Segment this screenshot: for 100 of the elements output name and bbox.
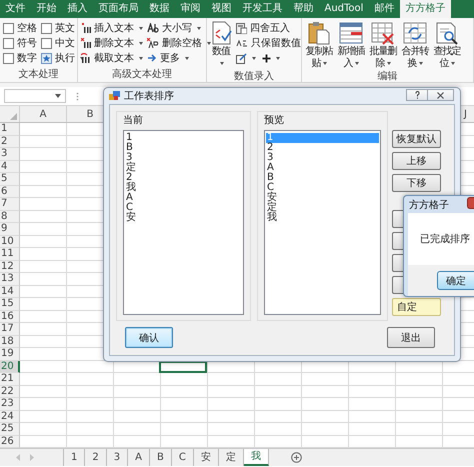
row-header[interactable]: 2 xyxy=(0,136,20,148)
dialog-button[interactable]: 恢复默认 xyxy=(392,130,441,148)
ribbon-tab[interactable]: 文件 xyxy=(0,0,31,18)
list-item[interactable]: 定 xyxy=(125,163,242,173)
ribbon-button[interactable]: 新增插入 xyxy=(335,21,367,70)
ribbon-tab[interactable]: 邮件 xyxy=(368,0,400,18)
list-item[interactable]: 定 xyxy=(266,203,379,213)
checkbox[interactable] xyxy=(3,52,14,64)
ribbon-button[interactable]: 插入文本 xyxy=(81,21,143,35)
list-item[interactable]: 安 xyxy=(125,213,242,223)
column-header[interactable]: A xyxy=(40,108,46,120)
checkbox-label[interactable]: 空格 xyxy=(17,21,37,35)
checkbox[interactable] xyxy=(41,22,52,34)
row-header[interactable]: 15 xyxy=(0,298,20,310)
ribbon-tab[interactable]: AudTool xyxy=(319,0,369,18)
ribbon-button[interactable]: 大小写 xyxy=(147,21,201,35)
row-header[interactable]: 8 xyxy=(0,210,20,223)
checkbox-label[interactable]: 数字 xyxy=(17,51,37,65)
row-header[interactable]: 13 xyxy=(0,273,20,286)
row-header[interactable]: 3 xyxy=(0,148,20,160)
list-item[interactable]: 1 xyxy=(125,133,242,143)
list-item[interactable]: 安 xyxy=(266,193,379,203)
column-header[interactable]: J xyxy=(464,108,467,120)
row-header[interactable]: 20 xyxy=(0,360,20,373)
row-header[interactable]: 10 xyxy=(0,236,20,248)
row-header[interactable]: 1 xyxy=(0,123,20,136)
ribbon-tab[interactable]: 方方格子 xyxy=(400,0,451,18)
row-header[interactable]: 16 xyxy=(0,310,20,323)
list-item[interactable]: 2 xyxy=(266,143,379,153)
row-header[interactable]: 21 xyxy=(0,373,20,386)
row-header[interactable]: 24 xyxy=(0,410,20,423)
sheet-tab[interactable]: A xyxy=(128,449,150,466)
list-box[interactable]: 1 B 3 定 2 我 A C 安 xyxy=(123,130,244,315)
row-header[interactable]: 11 xyxy=(0,248,20,260)
checkbox[interactable] xyxy=(41,38,52,48)
list-item[interactable]: C xyxy=(125,203,242,213)
row-header[interactable]: 23 xyxy=(0,398,20,410)
row-header[interactable]: 14 xyxy=(0,286,20,298)
sheet-tab[interactable]: 安 xyxy=(194,449,219,466)
row-header[interactable]: 9 xyxy=(0,223,20,236)
dialog-button[interactable]: 确认 xyxy=(125,327,173,348)
dialog-button[interactable]: 退出 xyxy=(387,327,435,348)
dialog-button[interactable]: 上移 xyxy=(392,152,441,170)
ribbon-tab[interactable]: 页面布局 xyxy=(93,0,144,18)
sheet-tab[interactable]: 我 xyxy=(244,449,269,466)
ribbon-button[interactable]: 合并转换 xyxy=(399,21,431,70)
ok-button[interactable]: 确定 xyxy=(437,271,474,290)
checkbox-label[interactable]: 中文 xyxy=(55,36,75,50)
row-header[interactable]: 18 xyxy=(0,336,20,348)
checkbox[interactable] xyxy=(3,22,14,34)
list-item[interactable]: 2 xyxy=(125,173,242,183)
ribbon-tab[interactable]: 开发工具 xyxy=(237,0,288,18)
ribbon-button[interactable]: 只保留数值 xyxy=(236,36,301,50)
ribbon-tab[interactable]: 数据 xyxy=(144,0,175,18)
row-header[interactable]: 7 xyxy=(0,198,20,210)
ribbon-tab[interactable]: 视图 xyxy=(206,0,237,18)
ribbon-tab[interactable]: 插入 xyxy=(62,0,93,18)
close-button[interactable] xyxy=(428,89,454,101)
row-header[interactable]: 25 xyxy=(0,423,20,436)
sheet-tab[interactable]: 1 xyxy=(64,449,86,466)
checkbox-label[interactable]: 英文 xyxy=(55,21,75,35)
sheet-tab[interactable]: 3 xyxy=(106,449,128,466)
ribbon-button[interactable] xyxy=(236,51,256,65)
checkbox-label[interactable]: 符号 xyxy=(17,36,37,50)
list-item[interactable]: 我 xyxy=(266,213,379,223)
list-box[interactable]: 1 2 3 A B C 安 定 我 xyxy=(264,130,381,315)
row-header[interactable]: 22 xyxy=(0,386,20,398)
ribbon-button[interactable]: 截取文本 xyxy=(81,51,143,65)
ribbon-tab[interactable]: 开始 xyxy=(31,0,62,18)
row-header[interactable]: 12 xyxy=(0,260,20,273)
list-item[interactable]: B xyxy=(125,143,242,153)
ribbon-button[interactable]: 更多 xyxy=(147,51,189,65)
row-header[interactable]: 5 xyxy=(0,173,20,186)
help-button[interactable] xyxy=(406,89,428,101)
ribbon-tab[interactable]: 帮助 xyxy=(288,0,319,18)
row-header[interactable]: 6 xyxy=(0,186,20,198)
sheet-tab[interactable]: B xyxy=(150,449,172,466)
dialog-button[interactable]: 下移 xyxy=(392,174,441,192)
list-item[interactable]: C xyxy=(266,183,379,193)
dialog-button[interactable]: 自定 xyxy=(392,298,441,316)
ribbon-tab[interactable]: 审阅 xyxy=(175,0,206,18)
row-header[interactable]: 17 xyxy=(0,323,20,336)
list-item[interactable]: A xyxy=(125,193,242,203)
close-button[interactable] xyxy=(467,197,474,209)
sheet-tab[interactable]: C xyxy=(172,449,194,466)
list-item[interactable]: B xyxy=(266,173,379,183)
ribbon-button[interactable]: 四舍五入 xyxy=(236,21,290,35)
list-item[interactable]: A xyxy=(266,163,379,173)
ribbon-button[interactable]: 删除文本 xyxy=(81,36,143,50)
list-item[interactable]: 3 xyxy=(266,153,379,163)
sheet-tab[interactable]: 2 xyxy=(85,449,107,466)
checkbox[interactable] xyxy=(3,38,14,48)
add-sheet-icon[interactable] xyxy=(290,452,302,463)
row-header[interactable]: 19 xyxy=(0,348,20,360)
ribbon-button[interactable]: 查找定位 xyxy=(431,21,463,70)
ribbon-button[interactable]: 数值 xyxy=(210,21,232,70)
list-item[interactable]: 3 xyxy=(125,153,242,163)
row-header[interactable]: 26 xyxy=(0,436,20,448)
column-header[interactable]: B xyxy=(86,108,94,120)
ribbon-button[interactable]: 批量删除 xyxy=(367,21,399,70)
